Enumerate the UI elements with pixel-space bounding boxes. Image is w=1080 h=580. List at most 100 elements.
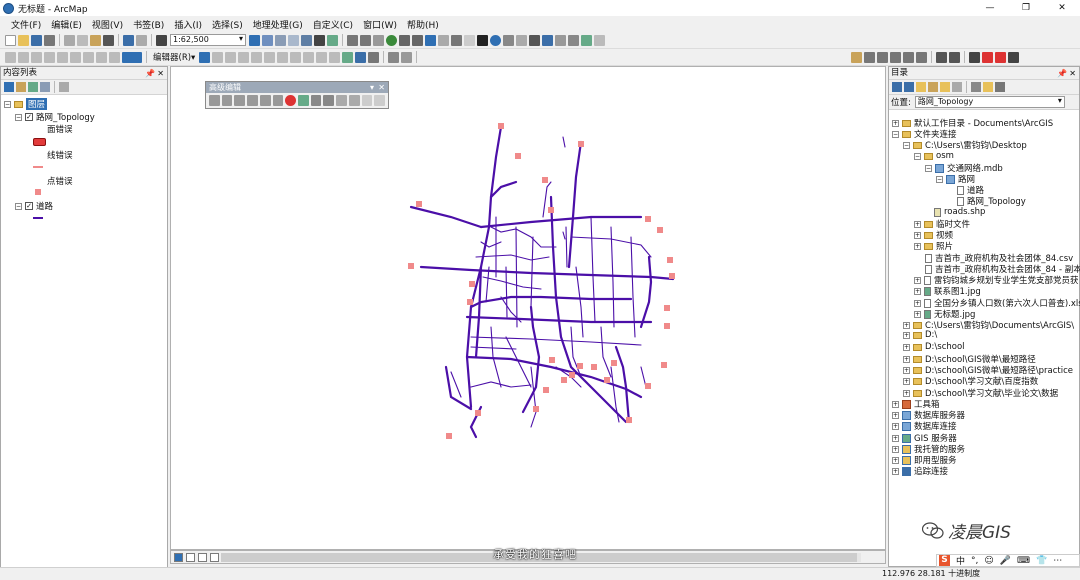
find-icon[interactable] bbox=[542, 34, 553, 46]
expand-icon[interactable]: + bbox=[892, 456, 899, 464]
html-popup-icon[interactable] bbox=[516, 34, 527, 46]
goto-xy-icon[interactable] bbox=[568, 34, 579, 46]
ime-more-icon[interactable]: ⋯ bbox=[1053, 556, 1062, 566]
connect-folder-icon[interactable] bbox=[940, 82, 950, 92]
catalog-options-icon[interactable] bbox=[995, 82, 1005, 92]
expand-icon[interactable]: + bbox=[903, 355, 910, 363]
rectangle-icon[interactable] bbox=[361, 95, 373, 106]
point-error-marker[interactable] bbox=[533, 406, 539, 412]
layout-change-icon[interactable] bbox=[109, 51, 120, 63]
edit-vertices-icon[interactable] bbox=[277, 51, 289, 63]
ime-emoji-icon[interactable]: ☺ bbox=[984, 556, 993, 566]
layout-tool-icon[interactable] bbox=[5, 51, 16, 63]
add-data-icon[interactable] bbox=[156, 34, 167, 46]
point-error-marker[interactable] bbox=[542, 177, 548, 183]
go-forward-icon[interactable] bbox=[438, 34, 449, 46]
catalog-item[interactable]: + D:\school bbox=[903, 342, 965, 352]
up-level-icon[interactable] bbox=[928, 82, 938, 92]
toc-window-icon[interactable] bbox=[262, 34, 273, 46]
time-slider-icon[interactable] bbox=[581, 34, 592, 46]
select-elements-icon[interactable] bbox=[477, 34, 488, 46]
copy-icon[interactable] bbox=[77, 34, 88, 46]
trace-icon[interactable] bbox=[251, 51, 263, 63]
menu-geoprocessing[interactable]: 地理处理(G) bbox=[248, 18, 308, 31]
attributes-icon[interactable] bbox=[342, 51, 354, 63]
point-error-marker[interactable] bbox=[661, 362, 667, 368]
sketch-properties-icon[interactable] bbox=[355, 51, 367, 63]
open-icon[interactable] bbox=[18, 34, 29, 46]
error-inspector-icon[interactable] bbox=[936, 51, 947, 63]
menu-selection[interactable]: 选择(S) bbox=[207, 18, 248, 31]
expand-icon[interactable]: + bbox=[892, 400, 899, 408]
clear-selection-icon[interactable] bbox=[464, 34, 475, 46]
topology-options-icon[interactable] bbox=[1008, 51, 1019, 63]
pin-icon[interactable]: 📌 bbox=[1057, 67, 1067, 80]
catalog-item[interactable]: + D:\school\学习文献\百度指数 bbox=[903, 375, 1038, 387]
split-icon[interactable] bbox=[316, 51, 328, 63]
refresh-icon[interactable] bbox=[198, 552, 207, 562]
menu-edit[interactable]: 编辑(E) bbox=[46, 18, 87, 31]
point-error-marker[interactable] bbox=[626, 417, 632, 423]
copy-features-icon[interactable] bbox=[209, 95, 220, 106]
fix-error-icon[interactable] bbox=[916, 51, 927, 63]
find-route-icon[interactable] bbox=[555, 34, 566, 46]
line-intersection-icon[interactable] bbox=[259, 95, 271, 106]
menu-file[interactable]: 文件(F) bbox=[6, 18, 46, 31]
expand-icon[interactable]: + bbox=[914, 220, 921, 228]
editor-toolbar-icon[interactable] bbox=[249, 34, 260, 46]
expand-icon[interactable]: + bbox=[903, 366, 910, 374]
cut-icon[interactable] bbox=[64, 34, 75, 46]
end-point-arc-icon[interactable] bbox=[238, 51, 250, 63]
edit-annotation-icon[interactable] bbox=[212, 51, 224, 63]
zoom-in-icon[interactable] bbox=[347, 34, 358, 46]
home-icon[interactable] bbox=[916, 82, 926, 92]
expand-icon[interactable]: + bbox=[892, 467, 899, 475]
catalog-item[interactable]: + 追踪连接 bbox=[892, 465, 948, 477]
catalog-item[interactable]: + 照片 bbox=[914, 240, 953, 252]
topology-icon[interactable] bbox=[864, 51, 875, 63]
expand-icon[interactable]: + bbox=[914, 242, 921, 250]
error-list-icon[interactable] bbox=[949, 51, 960, 63]
layer-visibility-checkbox[interactable]: ✓ bbox=[25, 202, 33, 210]
collapse-icon[interactable]: − bbox=[4, 100, 11, 108]
search-window-icon[interactable] bbox=[288, 34, 299, 46]
collapse-icon[interactable]: − bbox=[892, 130, 899, 138]
layout-view-button[interactable] bbox=[186, 552, 195, 562]
ime-voice-icon[interactable]: 🎤 bbox=[1000, 556, 1011, 566]
pause-drawing-icon[interactable] bbox=[210, 552, 219, 562]
expand-icon[interactable]: + bbox=[914, 287, 921, 295]
point-error-marker[interactable] bbox=[548, 207, 554, 213]
construct-geodetic-icon[interactable] bbox=[310, 95, 322, 106]
point-error-marker[interactable] bbox=[569, 372, 575, 378]
advanced-editing-header[interactable]: 高级编辑 ▾ ✕ bbox=[206, 82, 388, 93]
align-edge-icon[interactable] bbox=[348, 95, 360, 106]
point-error-marker[interactable] bbox=[611, 360, 617, 366]
point-error-marker[interactable] bbox=[515, 153, 521, 159]
toggle-contents-icon[interactable] bbox=[952, 82, 962, 92]
topology-edit-icon[interactable] bbox=[969, 51, 980, 63]
collapse-icon[interactable]: − bbox=[903, 141, 910, 149]
select-features-icon[interactable] bbox=[451, 34, 462, 46]
toc-road-layer[interactable]: − ✓ 道路 bbox=[15, 200, 53, 212]
topology-tool-icon[interactable] bbox=[388, 51, 400, 63]
point-error-marker[interactable] bbox=[669, 273, 675, 279]
extend-icon[interactable] bbox=[234, 95, 246, 106]
trim-icon[interactable] bbox=[247, 95, 258, 106]
collapse-icon[interactable]: − bbox=[15, 202, 22, 210]
forward-icon[interactable] bbox=[904, 82, 914, 92]
list-by-selection-icon[interactable] bbox=[40, 82, 50, 92]
create-features-icon[interactable] bbox=[368, 51, 380, 63]
point-error-marker[interactable] bbox=[577, 363, 583, 369]
layout-toggle-icon[interactable] bbox=[83, 51, 94, 63]
layout-page-icon[interactable] bbox=[57, 51, 68, 63]
toolbar-dropdown-icon[interactable]: ▾ bbox=[370, 82, 374, 93]
menu-view[interactable]: 视图(V) bbox=[87, 18, 128, 31]
point-error-marker[interactable] bbox=[498, 123, 504, 129]
list-by-visibility-icon[interactable] bbox=[28, 82, 38, 92]
point-error-marker[interactable] bbox=[591, 364, 597, 370]
point-error-marker[interactable] bbox=[667, 257, 673, 263]
location-combobox[interactable]: 路网_Topology bbox=[914, 96, 1065, 108]
ime-punctuation-icon[interactable]: °, bbox=[971, 556, 978, 566]
circle-icon[interactable] bbox=[374, 95, 386, 106]
menu-windows[interactable]: 窗口(W) bbox=[358, 18, 402, 31]
